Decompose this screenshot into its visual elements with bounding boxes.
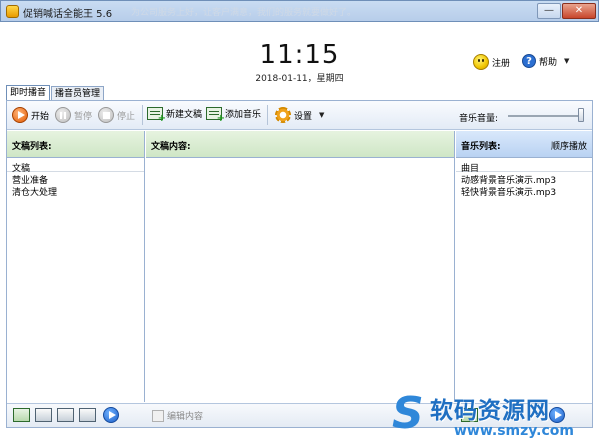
chevron-down-icon[interactable]: ▼ <box>564 57 569 65</box>
minimize-button[interactable]: — <box>537 3 561 19</box>
volume-slider-thumb[interactable] <box>578 108 584 122</box>
main-panel: 开始 暂停 停止 新建文稿 添加音乐 设置 ▼ 音乐音量: 文稿列表: <box>6 100 593 428</box>
document-content-title: 文稿内容: <box>146 131 454 158</box>
list-item[interactable]: 动感背景音乐演示.mp3 <box>456 172 592 186</box>
help-label: 帮助 <box>539 57 558 68</box>
watermark: S 软码资源网 www.smzy.com <box>392 383 592 443</box>
watermark-text: 软码资源网 <box>430 398 550 424</box>
register-button[interactable]: 注册 <box>473 54 510 70</box>
start-button[interactable]: 开始 <box>12 107 49 123</box>
edit-document-icon[interactable] <box>35 408 52 422</box>
header: 11:15 2018-01-11，星期四 注册 ? 帮助 ▼ <box>5 22 594 86</box>
document-content-area[interactable] <box>146 158 454 401</box>
help-icon: ? <box>522 54 536 68</box>
title-bar[interactable]: 促销喊话全能王 5.6 为公司服务上好，让客户满意，我们的服务就要做好了。 — … <box>0 0 599 22</box>
stop-button[interactable]: 停止 <box>98 107 135 123</box>
edit-content-button[interactable]: 编辑内容 <box>152 409 203 422</box>
list-item[interactable]: 清仓大处理 <box>7 184 144 198</box>
music-list-panel: 音乐列表: 顺序播放 曲目 动感背景音乐演示.mp3 轻快背景音乐演示.mp3 <box>456 131 592 402</box>
watermark-logo: S <box>392 388 424 439</box>
document-column-header[interactable]: 文稿 <box>7 158 144 174</box>
smiley-icon <box>473 54 489 70</box>
window-title: 促销喊话全能王 5.6 <box>23 9 113 20</box>
new-document-button[interactable]: 新建文稿 <box>147 107 203 124</box>
new-document-label: 新建文稿 <box>166 110 203 120</box>
move-down-icon[interactable] <box>79 408 96 422</box>
volume-slider[interactable] <box>508 115 584 117</box>
edit-icon <box>152 409 164 422</box>
marquee-text: 为公司服务上好，让客户满意，我们的服务就要做好了。 <box>131 8 357 18</box>
pause-button[interactable]: 暂停 <box>55 107 92 123</box>
toolbar: 开始 暂停 停止 新建文稿 添加音乐 设置 ▼ 音乐音量: <box>7 101 592 130</box>
tab-live-broadcast[interactable]: 即时播音 <box>6 85 51 101</box>
settings-label: 设置 <box>294 111 313 122</box>
watermark-url: www.smzy.com <box>454 423 574 439</box>
play-document-icon[interactable] <box>103 407 119 423</box>
track-column-header[interactable]: 曲目 <box>456 158 592 174</box>
new-document-icon <box>147 107 166 124</box>
close-button[interactable]: ✕ <box>562 3 596 19</box>
help-button[interactable]: ? 帮助 ▼ <box>522 54 569 68</box>
list-item[interactable]: 轻快背景音乐演示.mp3 <box>456 184 592 198</box>
document-list-panel: 文稿列表: 文稿 营业准备 清仓大处理 <box>7 131 145 402</box>
register-label: 注册 <box>492 58 511 69</box>
tab-announcer-management[interactable]: 播音员管理 <box>51 86 105 101</box>
document-content-panel: 文稿内容: <box>146 131 455 402</box>
app-icon <box>6 5 19 18</box>
add-music-button[interactable]: 添加音乐 <box>206 107 262 124</box>
date-label: 2018-01-11，星期四 <box>255 74 344 84</box>
start-label: 开始 <box>31 111 50 122</box>
play-order-toggle[interactable]: 顺序播放 <box>551 139 587 152</box>
toolbar-divider <box>267 105 268 125</box>
play-icon <box>12 107 28 123</box>
music-list-header: 音乐列表: 顺序播放 <box>456 131 592 158</box>
pause-label: 暂停 <box>74 111 93 122</box>
settings-button[interactable]: 设置 ▼ <box>275 107 324 123</box>
music-list-title: 音乐列表: <box>461 142 501 152</box>
chevron-down-icon[interactable]: ▼ <box>319 111 324 119</box>
add-music-label: 添加音乐 <box>225 110 262 120</box>
stop-icon <box>98 107 114 123</box>
add-music-icon <box>206 107 225 124</box>
tab-bar: 即时播音 播音员管理 <box>6 85 105 101</box>
gear-icon <box>275 107 291 123</box>
pause-icon <box>55 107 71 123</box>
list-item[interactable]: 营业准备 <box>7 172 144 186</box>
edit-content-label: 编辑内容 <box>167 412 204 422</box>
volume-label: 音乐音量: <box>459 114 499 124</box>
toolbar-divider <box>142 105 143 125</box>
stop-label: 停止 <box>117 111 136 122</box>
add-document-icon[interactable] <box>13 408 30 422</box>
document-list-title: 文稿列表: <box>7 131 144 158</box>
move-up-icon[interactable] <box>57 408 74 422</box>
